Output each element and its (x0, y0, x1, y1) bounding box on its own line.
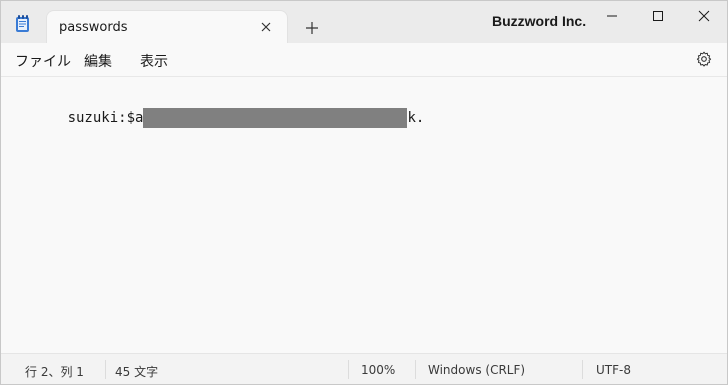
maximize-icon (653, 11, 663, 21)
minimize-icon (607, 15, 617, 17)
character-count: 45 文字 (115, 365, 159, 379)
zoom-level[interactable]: 100% (361, 363, 395, 377)
notepad-icon (15, 15, 31, 33)
maximize-button[interactable] (635, 1, 681, 33)
menu-edit[interactable]: 編集 (84, 51, 112, 71)
notepad-window: passwords Buzzword Inc. ファイル 編集 表示 suzuk… (0, 0, 728, 385)
brand-label: Buzzword Inc. (492, 13, 587, 29)
title-bar[interactable]: passwords Buzzword Inc. (1, 1, 727, 43)
status-bar: 行 2、列 1 45 文字 100% Windows (CRLF) UTF-8 (1, 353, 727, 384)
status-separator (105, 360, 106, 379)
tab-title: passwords (59, 20, 128, 35)
close-window-button[interactable] (681, 1, 727, 33)
menu-bar: ファイル 編集 表示 (1, 43, 727, 77)
status-separator (582, 360, 583, 379)
tab-passwords[interactable]: passwords (47, 11, 287, 43)
cursor-position: 行 2、列 1 (25, 365, 84, 379)
menu-file[interactable]: ファイル (15, 51, 71, 71)
status-separator (348, 360, 349, 379)
close-icon[interactable] (257, 18, 275, 36)
close-icon (698, 10, 710, 22)
line-suffix: k. (407, 110, 425, 126)
redaction-block (143, 108, 408, 128)
menu-view[interactable]: 表示 (140, 51, 168, 71)
line-prefix: suzuki:$a (67, 110, 144, 126)
plus-icon[interactable] (301, 17, 323, 39)
line-ending[interactable]: Windows (CRLF) (428, 363, 525, 377)
encoding[interactable]: UTF-8 (596, 363, 631, 377)
status-separator (415, 360, 416, 379)
text-editor[interactable]: suzuki:$a k. (1, 77, 727, 353)
gear-icon[interactable] (696, 51, 712, 67)
text-line: suzuki:$a k. (17, 92, 424, 128)
minimize-button[interactable] (589, 1, 635, 33)
